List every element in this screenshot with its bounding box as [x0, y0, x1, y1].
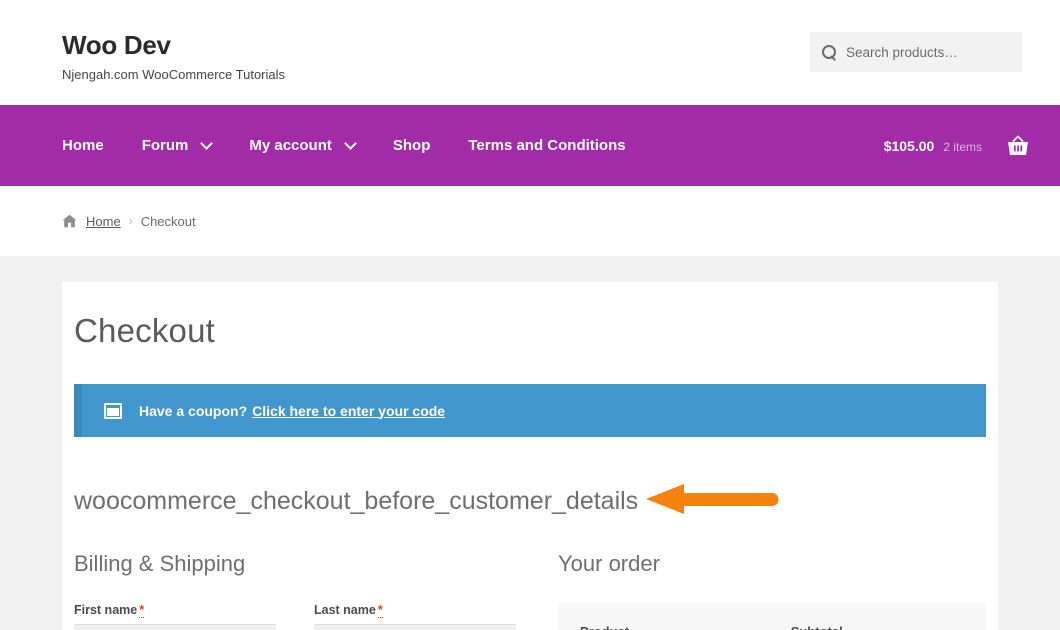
nav-item-label: My account	[249, 137, 332, 154]
breadcrumb-link-home[interactable]: Home	[86, 214, 121, 229]
first-name-label-text: First name	[74, 603, 138, 617]
site-tagline: Njengah.com WooCommerce Tutorials	[62, 66, 286, 82]
primary-navigation: Home Forum My account Shop Terms and Con…	[0, 105, 1060, 186]
last-name-field: Last name *	[314, 603, 516, 630]
billing-column: Billing & Shipping First name * Last name…	[74, 551, 544, 630]
nav-item-label: Forum	[141, 137, 189, 154]
name-field-row: First name * Last name *	[74, 603, 544, 630]
hook-heading: woocommerce_checkout_before_customer_det…	[74, 487, 639, 515]
order-column: Your order Product Subtotal	[558, 551, 986, 630]
coupon-window-icon	[104, 402, 122, 419]
checkout-inner: Have a coupon? Click here to enter your …	[74, 384, 986, 630]
nav-item-forum[interactable]: Forum	[141, 136, 214, 154]
nav-item-home[interactable]: Home	[62, 137, 104, 154]
order-table-header-row: Product Subtotal	[558, 603, 986, 630]
chevron-down-icon	[200, 136, 214, 150]
first-name-label: First name *	[74, 603, 276, 618]
breadcrumb: Home › Checkout	[0, 186, 1060, 256]
nav-item-shop[interactable]: Shop	[393, 137, 431, 154]
search-icon	[822, 44, 837, 60]
breadcrumb-separator: ›	[128, 214, 133, 228]
last-name-label-text: Last name	[314, 603, 376, 617]
search-input[interactable]	[846, 44, 1010, 60]
checkout-columns: Billing & Shipping First name * Last name…	[74, 551, 986, 630]
nav-list: Home Forum My account Shop Terms and Con…	[62, 136, 626, 154]
required-indicator: *	[377, 603, 383, 618]
site-title: Woo Dev	[62, 30, 171, 60]
last-name-input[interactable]	[314, 624, 516, 630]
order-table-head: Product Subtotal	[558, 603, 986, 630]
coupon-enter-code-link[interactable]: Click here to enter your code	[252, 403, 445, 419]
nav-item-label: Terms and Conditions	[468, 137, 626, 154]
site-branding: Woo Dev Njengah.com WooCommerce Tutorial…	[62, 30, 286, 82]
cart-amount: $105.00	[883, 137, 935, 154]
nav-item-terms-and-conditions[interactable]: Terms and Conditions	[468, 137, 625, 154]
checkout-content-card: Checkout Have a coupon? Click here to en…	[62, 282, 998, 630]
shopping-basket-icon[interactable]	[1006, 135, 1030, 157]
cart-item-count: 2 items	[943, 139, 982, 154]
cart-summary[interactable]: $105.00 2 items	[884, 138, 982, 154]
order-heading: Your order	[558, 551, 660, 576]
product-search[interactable]	[810, 32, 1022, 72]
site-header: Woo Dev Njengah.com WooCommerce Tutorial…	[0, 0, 1060, 105]
last-name-label: Last name *	[314, 603, 516, 618]
nav-item-my-account[interactable]: My account	[249, 136, 357, 154]
first-name-field: First name *	[74, 603, 276, 630]
billing-heading: Billing & Shipping	[74, 551, 246, 576]
page-title: Checkout	[74, 312, 216, 349]
order-review-table: Product Subtotal	[558, 603, 986, 630]
chevron-down-icon	[344, 136, 357, 150]
order-column-product: Product	[558, 603, 771, 630]
first-name-input[interactable]	[74, 624, 276, 630]
nav-item-label: Home	[62, 137, 104, 154]
coupon-notice: Have a coupon? Click here to enter your …	[74, 384, 986, 437]
breadcrumb-current: Checkout	[140, 213, 196, 229]
nav-item-label: Shop	[392, 137, 431, 154]
arrow-left-annotation-icon	[646, 482, 779, 521]
hook-heading-row: woocommerce_checkout_before_customer_det…	[74, 482, 986, 521]
page-body: Checkout Have a coupon? Click here to en…	[0, 256, 1060, 630]
required-indicator: *	[139, 603, 145, 618]
order-column-subtotal: Subtotal	[770, 603, 986, 630]
home-icon	[62, 214, 77, 228]
coupon-notice-text: Have a coupon?	[139, 402, 248, 419]
